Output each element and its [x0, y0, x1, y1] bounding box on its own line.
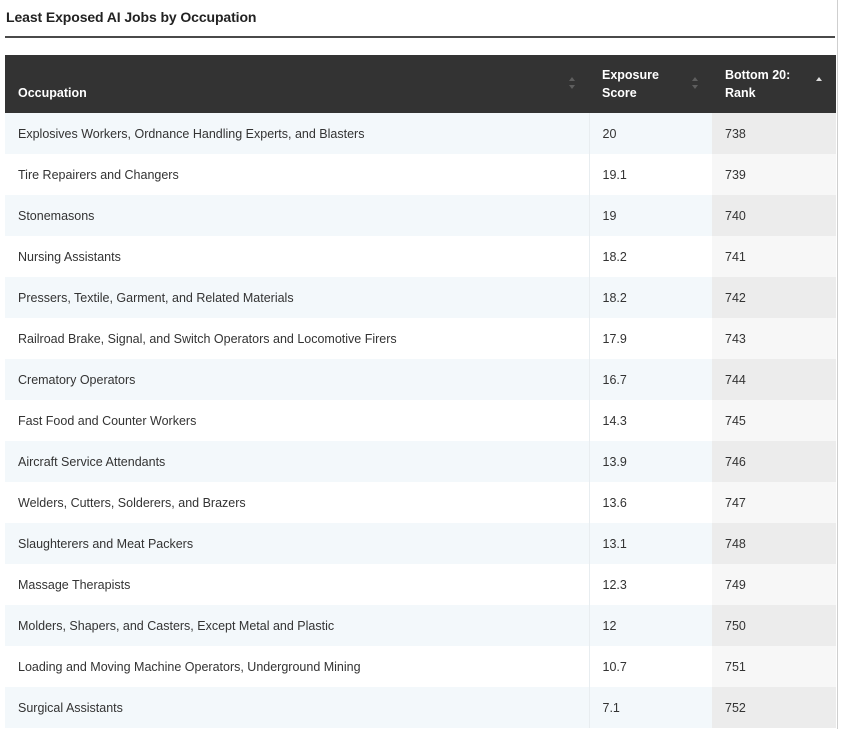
sort-ascending-icon[interactable] [816, 75, 824, 93]
cell-rank: 741 [712, 236, 836, 277]
cell-occupation: Surgical Assistants [5, 687, 590, 728]
column-header-label: Occupation [18, 86, 87, 100]
cell-occupation: Fast Food and Counter Workers [5, 400, 590, 441]
cell-occupation: Stonemasons [5, 195, 590, 236]
title-divider [5, 36, 835, 38]
table-row: Pressers, Textile, Garment, and Related … [5, 277, 836, 318]
table-row: Loading and Moving Machine Operators, Un… [5, 646, 836, 687]
cell-exposure-score: 14.3 [589, 400, 712, 441]
cell-occupation: Massage Therapists [5, 564, 590, 605]
cell-rank: 744 [712, 359, 836, 400]
column-header-rank[interactable]: Bottom 20: Rank [712, 55, 836, 113]
cell-exposure-score: 18.2 [589, 277, 712, 318]
cell-rank: 738 [712, 113, 836, 154]
cell-rank: 739 [712, 154, 836, 195]
column-header-label: Score [602, 86, 637, 100]
cell-occupation: Crematory Operators [5, 359, 590, 400]
cell-exposure-score: 19.1 [589, 154, 712, 195]
cell-rank: 751 [712, 646, 836, 687]
table-row: Massage Therapists 12.3 749 [5, 564, 836, 605]
cell-exposure-score: 13.9 [589, 441, 712, 482]
cell-occupation: Explosives Workers, Ordnance Handling Ex… [5, 113, 590, 154]
cell-rank: 746 [712, 441, 836, 482]
cell-exposure-score: 19 [589, 195, 712, 236]
table-row: Fast Food and Counter Workers 14.3 745 [5, 400, 836, 441]
table-row: Surgical Assistants 7.1 752 [5, 687, 836, 728]
table-row: Stonemasons 19 740 [5, 195, 836, 236]
column-header-label: Bottom 20: [725, 68, 791, 82]
cell-rank: 743 [712, 318, 836, 359]
cell-occupation: Aircraft Service Attendants [5, 441, 590, 482]
table-row: Slaughterers and Meat Packers 13.1 748 [5, 523, 836, 564]
cell-occupation: Loading and Moving Machine Operators, Un… [5, 646, 590, 687]
cell-rank: 742 [712, 277, 836, 318]
table-body: Explosives Workers, Ordnance Handling Ex… [5, 113, 836, 728]
cell-rank: 749 [712, 564, 836, 605]
cell-exposure-score: 17.9 [589, 318, 712, 359]
cell-rank: 752 [712, 687, 836, 728]
sort-arrows-icon[interactable] [569, 75, 577, 93]
table-row: Explosives Workers, Ordnance Handling Ex… [5, 113, 836, 154]
cell-rank: 747 [712, 482, 836, 523]
cell-occupation: Molders, Shapers, and Casters, Except Me… [5, 605, 590, 646]
cell-rank: 748 [712, 523, 836, 564]
cell-exposure-score: 18.2 [589, 236, 712, 277]
cell-occupation: Nursing Assistants [5, 236, 590, 277]
cell-exposure-score: 12.3 [589, 564, 712, 605]
column-header-label: Rank [725, 86, 756, 100]
cell-occupation: Slaughterers and Meat Packers [5, 523, 590, 564]
cell-occupation: Welders, Cutters, Solderers, and Brazers [5, 482, 590, 523]
cell-exposure-score: 12 [589, 605, 712, 646]
cell-rank: 750 [712, 605, 836, 646]
table-widget: Least Exposed AI Jobs by Occupation Occu… [0, 0, 838, 729]
sort-arrows-icon[interactable] [692, 75, 700, 93]
cell-exposure-score: 13.1 [589, 523, 712, 564]
table-row: Aircraft Service Attendants 13.9 746 [5, 441, 836, 482]
table-header-row: Occupation Exposure Score Bottom 20: Ran… [5, 55, 836, 113]
cell-exposure-score: 13.6 [589, 482, 712, 523]
cell-exposure-score: 16.7 [589, 359, 712, 400]
page-title: Least Exposed AI Jobs by Occupation [6, 9, 257, 25]
cell-occupation: Pressers, Textile, Garment, and Related … [5, 277, 590, 318]
table-row: Crematory Operators 16.7 744 [5, 359, 836, 400]
cell-exposure-score: 10.7 [589, 646, 712, 687]
column-header-occupation[interactable]: Occupation [5, 55, 589, 113]
table-row: Tire Repairers and Changers 19.1 739 [5, 154, 836, 195]
cell-occupation: Tire Repairers and Changers [5, 154, 590, 195]
column-header-label: Exposure [602, 68, 659, 82]
cell-rank: 745 [712, 400, 836, 441]
table-row: Molders, Shapers, and Casters, Except Me… [5, 605, 836, 646]
column-header-exposure-score[interactable]: Exposure Score [589, 55, 712, 113]
cell-exposure-score: 7.1 [589, 687, 712, 728]
occupation-table: Occupation Exposure Score Bottom 20: Ran… [5, 55, 837, 728]
table-row: Welders, Cutters, Solderers, and Brazers… [5, 482, 836, 523]
cell-rank: 740 [712, 195, 836, 236]
table-row: Railroad Brake, Signal, and Switch Opera… [5, 318, 836, 359]
cell-occupation: Railroad Brake, Signal, and Switch Opera… [5, 318, 590, 359]
table-row: Nursing Assistants 18.2 741 [5, 236, 836, 277]
cell-exposure-score: 20 [589, 113, 712, 154]
